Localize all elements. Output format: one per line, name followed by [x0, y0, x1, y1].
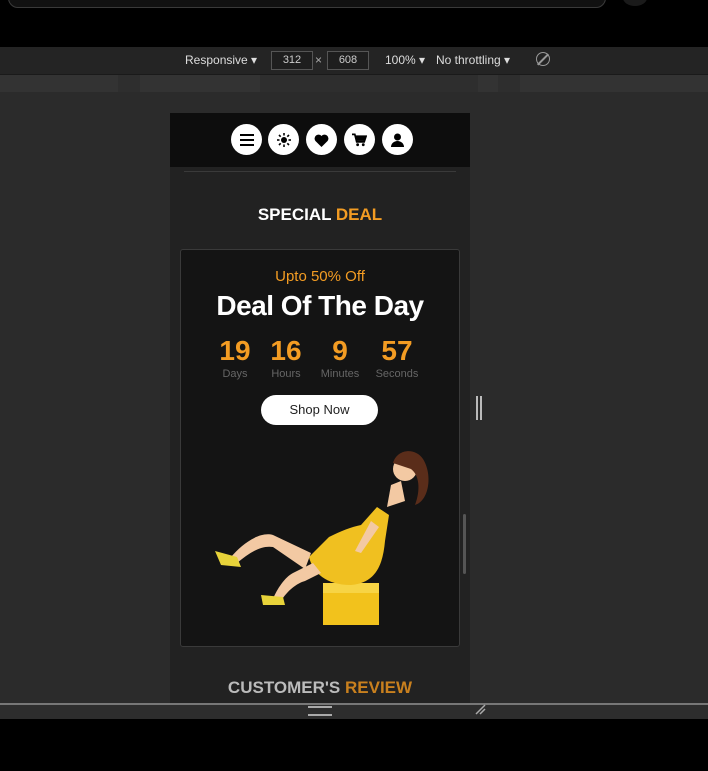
- address-bar[interactable]: [8, 0, 606, 8]
- countdown-seconds: 57 Seconds: [367, 335, 427, 381]
- zoom-select-label: 100%: [385, 53, 416, 67]
- rotate-icon[interactable]: [536, 52, 550, 66]
- discount-text: Upto 50% Off: [275, 268, 365, 285]
- navbar-divider: [184, 171, 456, 172]
- page-viewport: SPECIAL DEAL Upto 50% Off Deal Of The Da…: [170, 113, 470, 703]
- media-query-bar[interactable]: [0, 75, 708, 92]
- device-select[interactable]: Responsive ▾: [185, 53, 257, 67]
- review-title-text: CUSTOMER'S: [227, 678, 345, 697]
- resize-handle-bottom[interactable]: [308, 706, 332, 716]
- heart-icon[interactable]: [306, 124, 337, 155]
- dimension-separator: ×: [315, 53, 323, 67]
- special-title-text: SPECIAL: [257, 205, 336, 224]
- device-toolbar: Responsive ▾ 312 × 608 100% ▾ No throttl…: [0, 47, 708, 75]
- throttling-select-label: No throttling: [436, 53, 501, 67]
- model-image: [215, 451, 429, 625]
- resize-handle-corner[interactable]: [474, 703, 486, 715]
- countdown-label: Seconds: [375, 368, 419, 380]
- section-title-special-deal: SPECIAL DEAL: [170, 205, 470, 225]
- special-title-accent: DEAL: [335, 205, 383, 224]
- throttling-select[interactable]: No throttling ▾: [436, 53, 510, 67]
- bottom-black-bar: [0, 719, 708, 771]
- bottom-resize-bar: [0, 705, 708, 719]
- deal-heading: Deal Of The Day: [216, 290, 424, 321]
- scrollbar-thumb[interactable]: [463, 514, 466, 574]
- zoom-select[interactable]: 100% ▾: [385, 53, 425, 67]
- countdown-value: 9: [332, 335, 348, 366]
- sun-icon[interactable]: [268, 124, 299, 155]
- countdown-minutes: 9 Minutes: [310, 335, 370, 381]
- shop-now-button[interactable]: Shop Now: [261, 395, 378, 425]
- countdown-value: 16: [270, 335, 302, 366]
- deal-card: Upto 50% Off Deal Of The Day 19 Days 16 …: [180, 249, 460, 647]
- cart-icon[interactable]: [344, 124, 375, 155]
- user-icon[interactable]: [382, 124, 413, 155]
- countdown-value: 57: [381, 335, 413, 366]
- resize-handle-right[interactable]: [476, 396, 483, 420]
- review-title-accent: REVIEW: [345, 678, 413, 697]
- browser-button[interactable]: [623, 0, 647, 6]
- countdown-label: Minutes: [320, 368, 360, 380]
- device-select-label: Responsive: [185, 53, 248, 67]
- countdown-label: Hours: [271, 368, 301, 380]
- height-input[interactable]: 608: [327, 51, 369, 70]
- menu-icon[interactable]: [231, 124, 262, 155]
- countdown-hours: 16 Hours: [256, 335, 316, 381]
- section-title-customer-review: CUSTOMER'S REVIEW: [170, 678, 470, 698]
- width-input[interactable]: 312: [271, 51, 313, 70]
- browser-top-bar: [0, 0, 708, 47]
- navbar: [170, 113, 470, 172]
